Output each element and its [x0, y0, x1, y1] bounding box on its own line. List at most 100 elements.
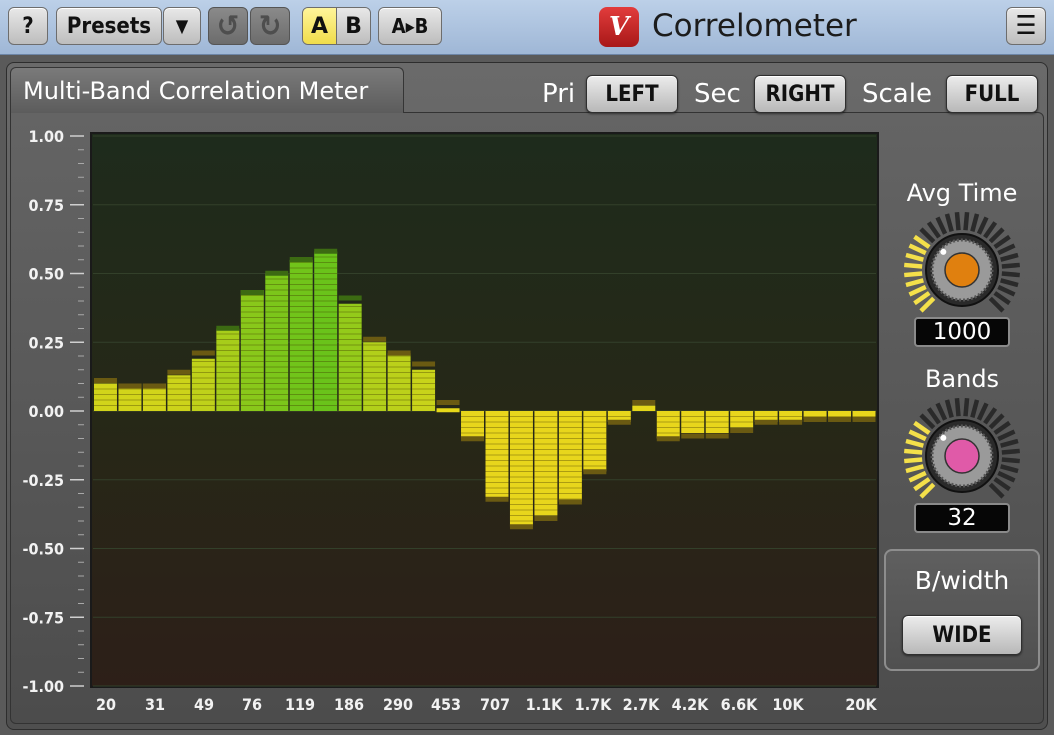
band-peak-hold [656, 436, 680, 442]
x-tick-label: 10K [772, 695, 804, 714]
band-peak-hold [534, 516, 558, 521]
knob-segment [976, 216, 989, 235]
band-peak-hold [583, 469, 607, 475]
x-tick-label: 20 [96, 695, 116, 714]
band-peak-hold [412, 361, 436, 367]
x-tick-label: 76 [242, 695, 262, 714]
knob-segment [904, 262, 923, 269]
knob-segment [988, 413, 1005, 430]
knob-segment [1000, 464, 1019, 474]
bands-readout[interactable]: 32 [914, 503, 1010, 533]
knob-segment [988, 482, 1005, 499]
knob-indicator [940, 248, 947, 255]
y-tick-label: -0.75 [23, 608, 65, 627]
knob-segment [1001, 271, 1020, 278]
band-peak-hold [852, 417, 876, 422]
knob-segment [988, 227, 1005, 244]
band-peak-hold [461, 436, 484, 442]
band-peak-hold [142, 383, 166, 389]
band-peak-hold [754, 419, 778, 425]
knob-segment [905, 464, 924, 474]
knob-segment [913, 420, 931, 435]
y-tick-label: 1.00 [28, 127, 64, 146]
band-bar [730, 411, 754, 428]
knob-cap [944, 252, 980, 288]
band-peak-hold [803, 417, 827, 422]
knob-segment [983, 221, 998, 239]
knob-segment [954, 398, 961, 417]
band-peak-hold [607, 419, 631, 425]
band-peak-hold [118, 383, 142, 389]
band-bar [656, 411, 680, 439]
band-peak-hold [216, 325, 240, 331]
knob-segment [1001, 448, 1020, 455]
band-peak-hold [191, 350, 215, 356]
bandwidth-button[interactable]: WIDE [902, 615, 1022, 655]
band-peak-hold [387, 350, 411, 356]
knob-segment [970, 213, 980, 232]
knob-segment [908, 470, 927, 483]
knob-segment [926, 407, 941, 425]
knob-segment [963, 212, 970, 231]
knob-segment [935, 216, 948, 235]
band-peak-hold [240, 290, 264, 295]
band-peak-hold [730, 428, 754, 433]
band-bar [363, 342, 387, 411]
knob-segment [919, 296, 936, 313]
bands-knob[interactable] [900, 398, 1024, 508]
knob-segment [1000, 252, 1019, 262]
knob-segment [908, 284, 927, 297]
x-tick-label: 31 [145, 695, 165, 714]
knob-segment [935, 402, 948, 421]
knob-segment [1001, 457, 1020, 464]
band-peak-hold [509, 524, 533, 530]
band-bar [681, 411, 705, 433]
band-bar [240, 290, 264, 411]
knob-segment [993, 234, 1011, 249]
y-tick-label: 0.75 [28, 196, 64, 215]
band-bar [338, 303, 362, 411]
band-peak-hold [436, 400, 460, 405]
knob-segment [988, 296, 1005, 313]
band-bar [509, 411, 533, 527]
x-tick-label: 4.2K [672, 695, 710, 714]
band-bar [632, 405, 656, 411]
x-tick-label: 119 [285, 695, 315, 714]
avg-time-readout[interactable]: 1000 [914, 317, 1010, 347]
knob-segment [913, 234, 931, 249]
knob-segment [913, 477, 931, 492]
band-peak-hold [338, 295, 362, 301]
band-peak-hold [779, 419, 803, 425]
knob-segment [993, 477, 1011, 492]
band-bar [436, 408, 460, 413]
knob-segment [919, 227, 936, 244]
band-peak-hold [363, 336, 387, 342]
band-bar [558, 411, 582, 502]
knob-segment [913, 291, 931, 306]
knob-segment [993, 420, 1011, 435]
band-bar [191, 358, 215, 411]
x-tick-label: 49 [194, 695, 214, 714]
band-peak-hold [314, 248, 338, 254]
knob-segment [997, 429, 1016, 442]
y-tick-label: -1.00 [23, 677, 65, 696]
bandwidth-label: B/width [914, 566, 1010, 595]
knob-segment [905, 438, 924, 448]
x-tick-label: 6.6K [721, 695, 759, 714]
x-tick-label: 186 [334, 695, 364, 714]
knob-segment [983, 407, 998, 425]
band-bar [412, 369, 436, 411]
band-bar [167, 375, 191, 411]
knob-segment [1000, 278, 1019, 288]
band-peak-hold [681, 433, 705, 439]
knob-segment [970, 399, 980, 418]
band-bar [461, 411, 484, 439]
y-tick-label: -0.50 [23, 540, 65, 559]
knob-segment [976, 402, 989, 421]
band-bar [289, 259, 313, 411]
avg-time-knob[interactable] [900, 212, 1024, 322]
band-bar [705, 411, 729, 433]
x-tick-label: 20K [845, 695, 877, 714]
knob-segment [997, 284, 1016, 297]
band-peak-hold [289, 257, 313, 262]
